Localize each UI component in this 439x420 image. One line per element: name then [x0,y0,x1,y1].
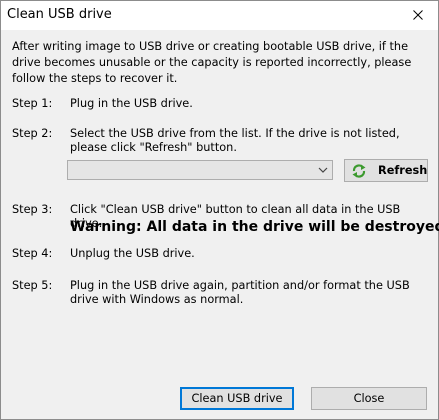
step-2-label: Step 2: [12,127,53,140]
step-1-label: Step 1: [12,97,53,110]
step-3-label: Step 3: [12,203,53,216]
refresh-button-label: Refresh [378,164,428,177]
dialog-content: After writing image to USB drive or crea… [1,30,439,419]
step-5-label: Step 5: [12,279,53,292]
title-bar: Clean USB drive [1,1,438,29]
close-window-button[interactable] [398,1,438,29]
window-title: Clean USB drive [7,7,112,22]
step-1-text: Plug in the USB drive. [70,97,193,110]
usb-drive-select[interactable] [67,160,333,180]
clean-usb-dialog: Clean USB drive After writing image to U… [0,0,439,420]
refresh-icon [352,164,366,178]
warning-text: Warning: All data in the drive will be d… [70,219,439,235]
step-5-text: Plug in the USB drive again, partition a… [70,279,410,306]
step-2-text: Select the USB drive from the list. If t… [70,127,400,154]
step-4-text: Unplug the USB drive. [70,247,195,260]
intro-text: After writing image to USB drive or crea… [12,40,412,85]
step-4-label: Step 4: [12,247,53,260]
clean-usb-drive-button[interactable]: Clean USB drive [180,387,294,410]
chevron-down-icon [318,167,328,173]
refresh-button[interactable]: Refresh [344,159,428,182]
close-button[interactable]: Close [311,387,427,410]
close-icon [413,10,423,20]
